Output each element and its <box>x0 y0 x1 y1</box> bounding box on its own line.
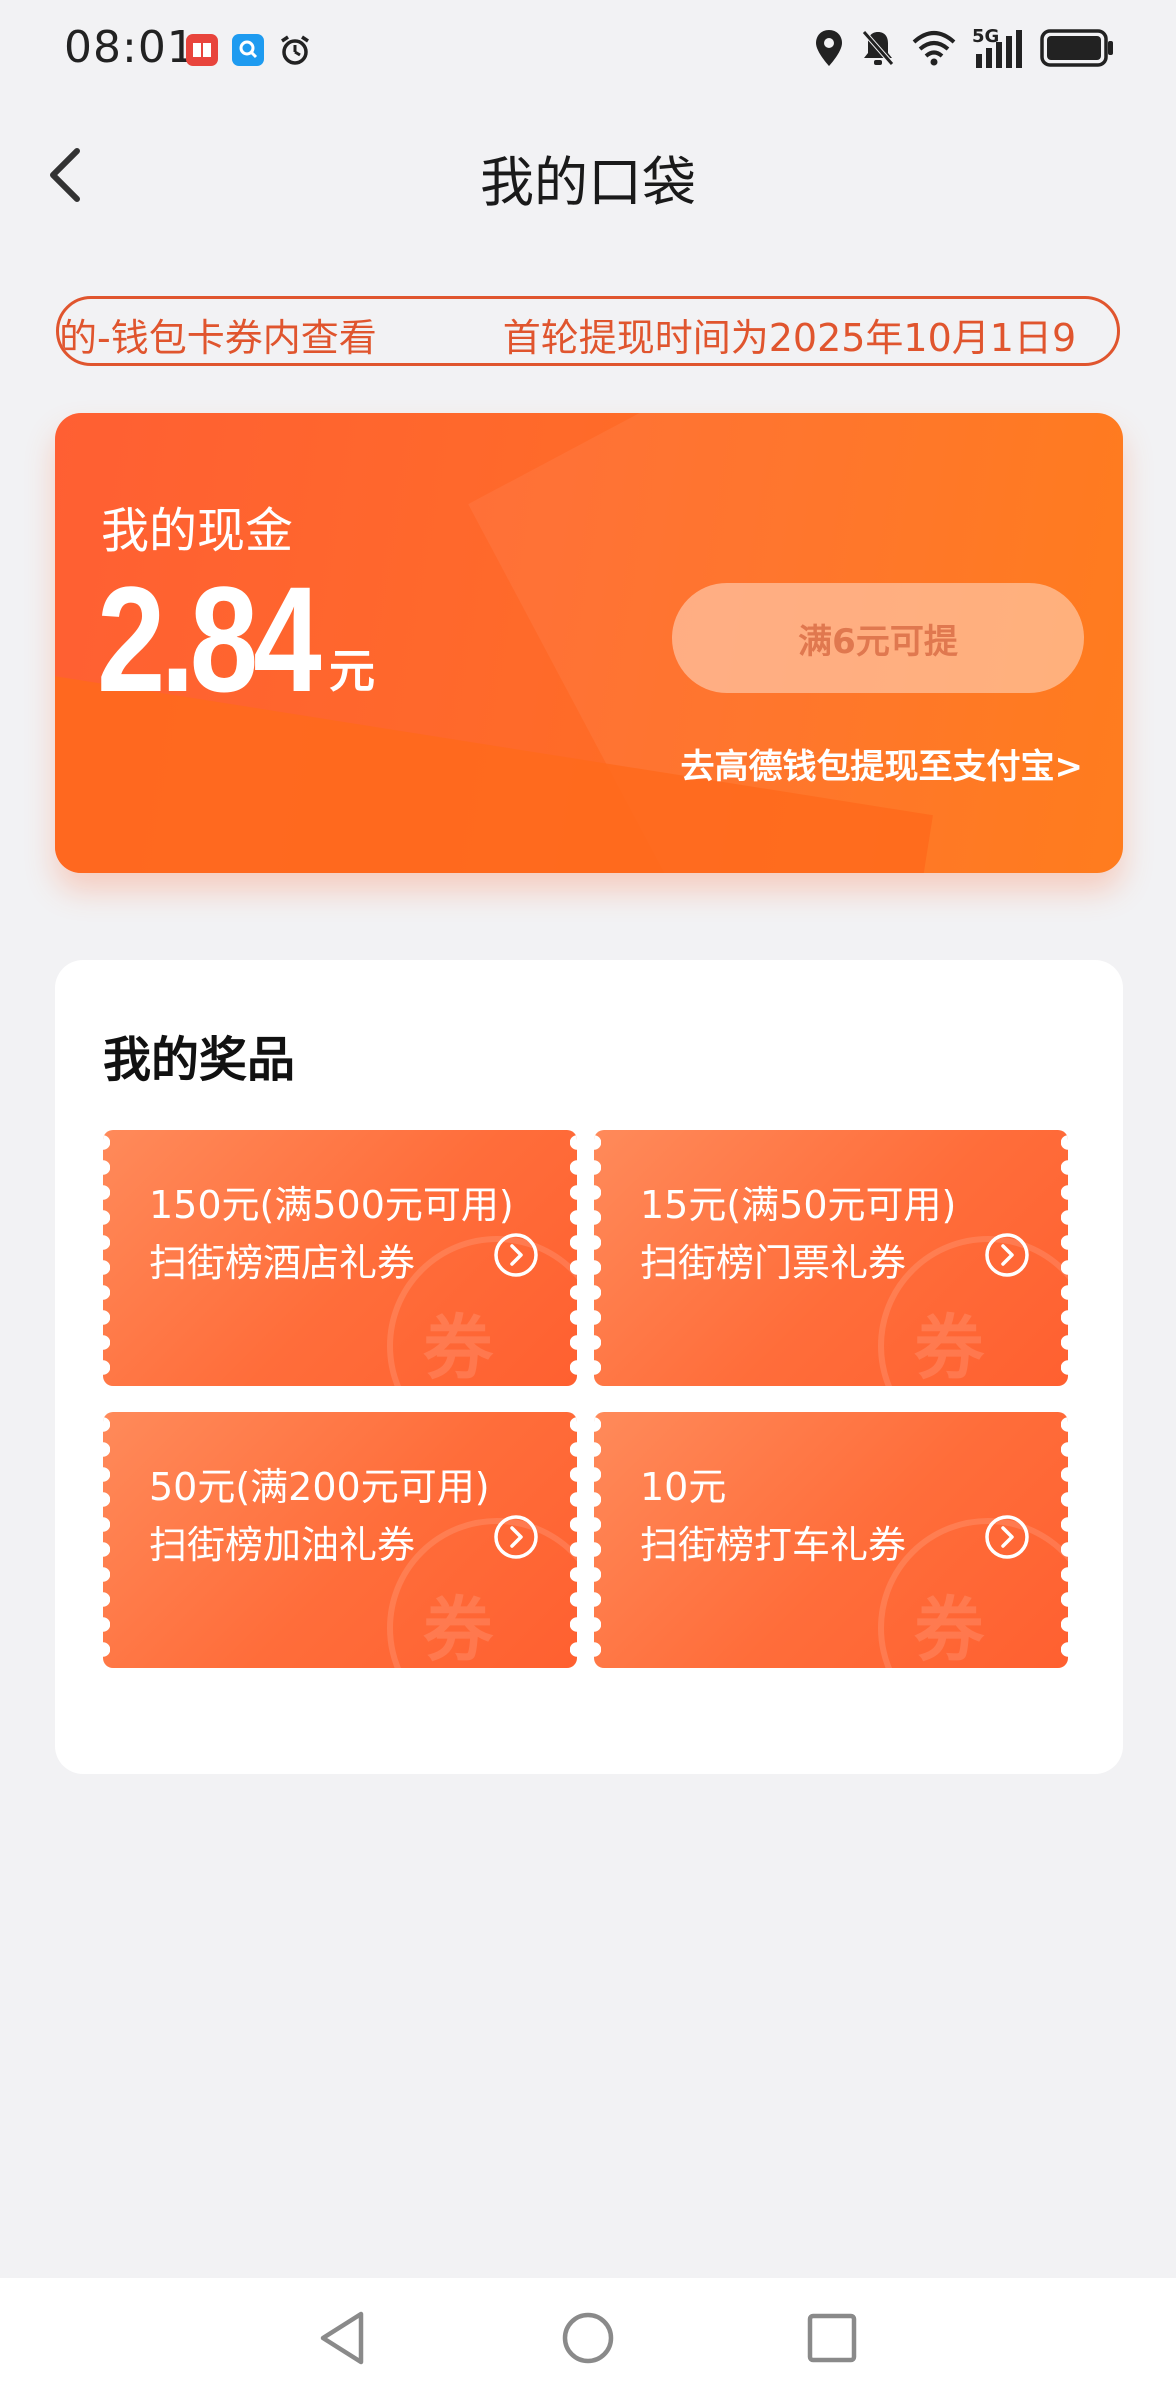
coupon-value: 10元 <box>640 1465 727 1509</box>
nav-recents-button[interactable] <box>792 2298 872 2378</box>
coupon-name: 扫街榜加油礼券 <box>149 1523 416 1567</box>
location-icon <box>814 28 844 72</box>
alarm-icon <box>278 34 310 66</box>
cash-card: 我的现金 2.84 元 满6元可提 去高德钱包提现至支付宝> <box>55 413 1123 873</box>
coupon-value: 50元(满200元可用) <box>149 1465 490 1509</box>
coupon-name: 扫街榜门票礼券 <box>640 1241 907 1285</box>
coupon-card[interactable]: 券 150元(满500元可用) 扫街榜酒店礼券 <box>103 1130 577 1386</box>
mute-icon <box>860 28 896 72</box>
coupon-watermark: 券 <box>387 1518 577 1668</box>
square-recents-icon <box>807 2313 857 2363</box>
signal-icon: 5G <box>972 26 1024 70</box>
prizes-title: 我的奖品 <box>103 1032 296 1088</box>
withdraw-button[interactable]: 满6元可提 <box>672 583 1084 693</box>
status-bar: 08:01 5G <box>0 0 1176 100</box>
search-app-icon <box>232 34 264 66</box>
nav-home-button[interactable] <box>548 2298 628 2378</box>
chevron-right-circle-icon[interactable] <box>984 1232 1030 1278</box>
coupon-watermark: 券 <box>878 1236 1068 1386</box>
system-nav-bar <box>0 2278 1176 2400</box>
wifi-icon <box>912 30 956 70</box>
chevron-right-circle-icon[interactable] <box>493 1514 539 1560</box>
cash-label: 我的现金 <box>101 503 294 559</box>
notice-marquee: 的-钱包卡券内查看 首轮提现时间为2025年10月1日9 <box>56 296 1120 366</box>
prizes-panel: 我的奖品 券 150元(满500元可用) 扫街榜酒店礼券 券 15元(满50元可… <box>55 960 1123 1774</box>
coupon-value: 150元(满500元可用) <box>149 1183 514 1227</box>
coupon-watermark: 券 <box>387 1236 577 1386</box>
coupon-value: 15元(满50元可用) <box>640 1183 957 1227</box>
coupon-card[interactable]: 券 10元 扫街榜打车礼券 <box>594 1412 1068 1668</box>
coupon-watermark: 券 <box>878 1518 1068 1668</box>
status-time: 08:01 <box>64 22 196 73</box>
coupon-name: 扫街榜打车礼券 <box>640 1523 907 1567</box>
book-app-icon <box>186 34 218 66</box>
nav-bar: 我的口袋 <box>0 100 1176 250</box>
cash-amount: 2.84 <box>97 555 322 723</box>
cash-unit: 元 <box>329 644 375 698</box>
circle-home-icon <box>562 2312 614 2364</box>
chevron-right-circle-icon[interactable] <box>984 1514 1030 1560</box>
chevron-right-circle-icon[interactable] <box>493 1232 539 1278</box>
nav-back-button[interactable] <box>302 2298 382 2378</box>
battery-icon <box>1040 29 1116 71</box>
page-title: 我的口袋 <box>480 151 696 214</box>
coupon-card[interactable]: 券 50元(满200元可用) 扫街榜加油礼券 <box>103 1412 577 1668</box>
coupon-name: 扫街榜酒店礼券 <box>149 1241 416 1285</box>
marquee-text-b: 首轮提现时间为2025年10月1日9 <box>502 316 1077 360</box>
wallet-withdraw-link[interactable]: 去高德钱包提现至支付宝> <box>681 739 1084 788</box>
marquee-text-a: 的-钱包卡券内查看 <box>59 316 377 360</box>
coupon-card[interactable]: 券 15元(满50元可用) 扫街榜门票礼券 <box>594 1130 1068 1386</box>
triangle-back-icon <box>320 2311 364 2365</box>
